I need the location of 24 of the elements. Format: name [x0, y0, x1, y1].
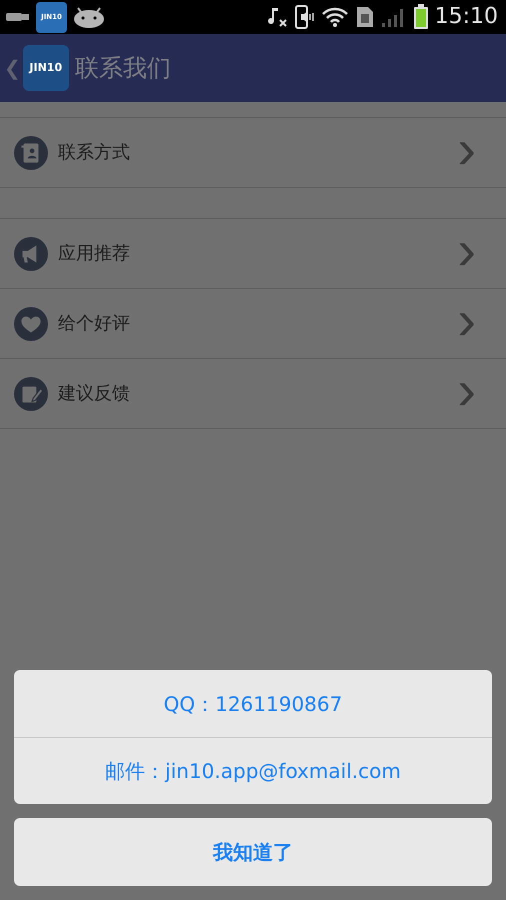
chevron-icon: ›: [457, 222, 492, 286]
contacts-icon: [14, 136, 48, 170]
menu-item[interactable]: 建议反馈 ›: [0, 359, 506, 429]
menu-item[interactable]: 联系方式 ›: [0, 118, 506, 188]
app-logo: JIN10: [22, 45, 69, 91]
android-icon: [73, 6, 105, 28]
wifi-icon: [320, 6, 349, 28]
chevron-icon: ›: [457, 362, 492, 426]
status-time: 15:10: [434, 6, 499, 28]
megaphone-icon: [14, 236, 48, 270]
menu-item[interactable]: 给个好评 ›: [0, 289, 506, 359]
menu-item[interactable]: 应用推荐 ›: [0, 219, 506, 289]
chevron-icon: ›: [457, 292, 492, 356]
page-title: 联系我们: [74, 53, 171, 84]
usb-icon: [6, 11, 30, 23]
dismiss-button[interactable]: 我知道了: [14, 818, 492, 886]
chevron-icon: ›: [457, 120, 492, 184]
sim-card-icon: [354, 5, 375, 29]
edit-icon: [14, 376, 48, 410]
battery-icon: [412, 4, 429, 30]
action-option[interactable]: QQ：1261190867: [14, 670, 492, 737]
back-button[interactable]: ❮: [4, 58, 21, 78]
action-option[interactable]: 邮件：jin10.app@foxmail.com: [14, 737, 492, 804]
phone-vibrate-icon: [294, 5, 315, 29]
